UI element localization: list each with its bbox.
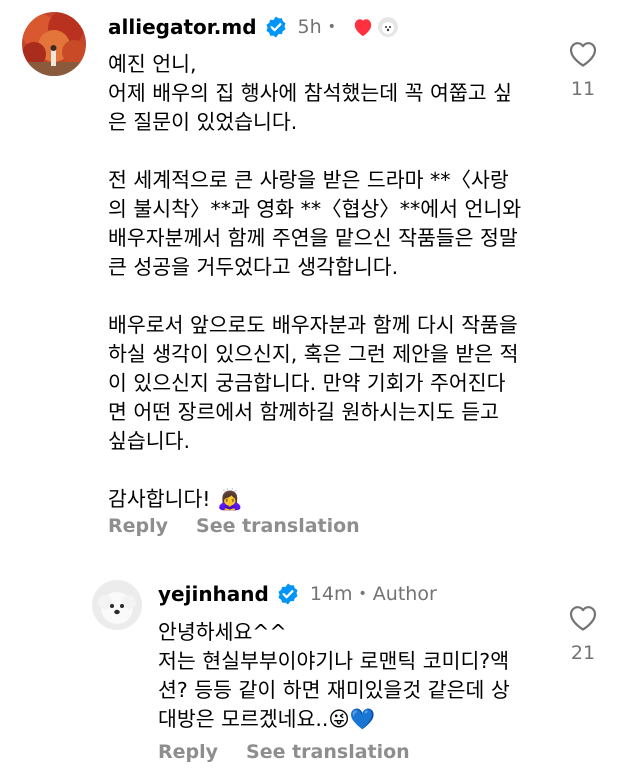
like-count: 11 (570, 78, 596, 100)
see-translation-button[interactable]: See translation (196, 515, 360, 537)
author-badge: Author (372, 583, 437, 605)
comment-2-header: yejinhand 14m • Author (158, 579, 437, 609)
white-dog-photo-icon (92, 580, 142, 630)
separator-dot: • (358, 586, 367, 602)
heart-outline-icon[interactable] (568, 40, 598, 68)
comment-2-actions: Reply See translation (158, 738, 410, 766)
autumn-tree-photo-icon (22, 12, 86, 76)
see-translation-button[interactable]: See translation (246, 741, 410, 763)
avatar-alliegator[interactable] (22, 12, 86, 76)
comment-1-header: alliegator.md 5h • (108, 12, 398, 42)
heart-filled-icon (352, 17, 374, 37)
comment-1-like: 11 (563, 40, 603, 100)
comment-time: 5h (297, 16, 322, 38)
comment-time: 14m (309, 583, 353, 605)
comment-1-actions: Reply See translation (108, 512, 360, 540)
verified-badge-icon (264, 15, 288, 39)
creator-avatar-icon (377, 17, 398, 37)
reply-button[interactable]: Reply (108, 515, 168, 537)
avatar-yejinhand[interactable] (92, 580, 142, 630)
comment-username[interactable]: yejinhand (158, 582, 269, 606)
verified-badge-icon (276, 582, 300, 606)
heart-outline-icon[interactable] (568, 604, 598, 632)
comment-2-like: 21 (563, 604, 603, 664)
reply-button[interactable]: Reply (158, 741, 218, 763)
comment-body: 안녕하세요^^ 저는 현실부부이야기나 로맨틱 코미디?액 션? 등등 같이 하… (158, 620, 510, 731)
comment-username[interactable]: alliegator.md (108, 15, 257, 39)
comment-body: 예진 언니, 어제 배우의 집 행사에 참석했는데 꼭 여쭙고 싶 은 질문이 … (108, 52, 522, 511)
like-count: 21 (570, 642, 596, 664)
separator-dot: • (327, 19, 336, 35)
